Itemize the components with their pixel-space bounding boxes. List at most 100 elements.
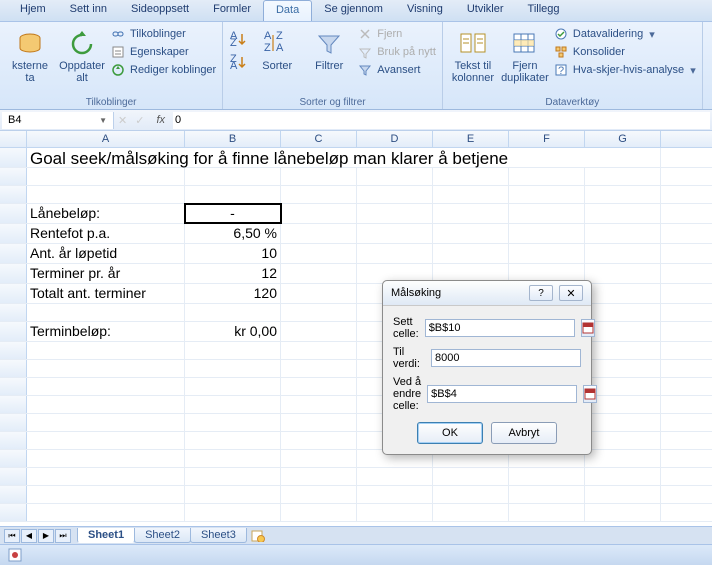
cell-a7[interactable]: Terminer pr. år (27, 264, 185, 283)
cell-b5[interactable]: 6,50 % (185, 224, 281, 243)
ref-picker-button[interactable] (581, 319, 595, 337)
cell-b4[interactable]: - (185, 204, 281, 223)
refresh-all-button[interactable]: Oppdater alt (58, 24, 106, 84)
tab-visning[interactable]: Visning (395, 0, 455, 21)
row-header[interactable] (0, 186, 27, 203)
sheet-tab-2[interactable]: Sheet2 (134, 528, 191, 543)
help-button[interactable]: ? (529, 285, 553, 301)
select-all-corner[interactable] (0, 131, 27, 147)
cell-a4[interactable]: Lånebeløp: (27, 204, 185, 223)
col-header-e[interactable]: E (433, 131, 509, 147)
link-icon (110, 26, 126, 42)
cell-b10[interactable]: kr 0,00 (185, 322, 281, 341)
cell-b8[interactable]: 120 (185, 284, 281, 303)
tab-nav-next[interactable]: ▶ (38, 529, 54, 543)
reapply-button: Bruk på nytt (357, 44, 436, 60)
col-header-a[interactable]: A (27, 131, 185, 147)
new-sheet-button[interactable] (250, 529, 266, 543)
cell-a5[interactable]: Rentefot p.a. (27, 224, 185, 243)
col-header-d[interactable]: D (357, 131, 433, 147)
tab-nav-prev[interactable]: ◀ (21, 529, 37, 543)
enter-icon[interactable]: ✓ (131, 114, 148, 127)
tab-nav-last[interactable]: ⏭ (55, 529, 71, 543)
cancel-button[interactable]: Avbryt (491, 422, 557, 444)
row-header[interactable] (0, 432, 27, 449)
row-header[interactable] (0, 504, 27, 521)
col-header-f[interactable]: F (509, 131, 585, 147)
row-header[interactable] (0, 396, 27, 413)
row-header[interactable] (0, 450, 27, 467)
properties-button[interactable]: Egenskaper (110, 44, 216, 60)
row-header[interactable] (0, 360, 27, 377)
sheet-tabs-bar: ⏮ ◀ ▶ ⏭ Sheet1 Sheet2 Sheet3 (0, 526, 712, 544)
tab-data[interactable]: Data (263, 0, 312, 21)
tab-sideoppsett[interactable]: Sideoppsett (119, 0, 201, 21)
cell-a1[interactable]: Goal seek/målsøking for å finne lånebelø… (27, 148, 661, 167)
set-cell-input[interactable] (425, 319, 575, 337)
whatif-icon: ? (553, 62, 569, 78)
sheet-tab-1[interactable]: Sheet1 (77, 528, 135, 543)
what-if-button[interactable]: ?Hva-skjer-hvis-analyse▾ (553, 62, 696, 78)
row-header[interactable] (0, 148, 27, 167)
row-header[interactable] (0, 244, 27, 263)
svg-text:Z: Z (276, 30, 283, 42)
row-header[interactable] (0, 378, 27, 395)
macro-record-icon[interactable] (8, 548, 22, 562)
set-cell-label: Sett celle: (393, 316, 419, 340)
cell-a10[interactable]: Terminbeløp: (27, 322, 185, 341)
advanced-filter-button[interactable]: Avansert (357, 62, 436, 78)
row-header[interactable] (0, 322, 27, 341)
consolidate-icon (553, 44, 569, 60)
row-header[interactable] (0, 304, 27, 321)
formula-input[interactable]: 0 (173, 112, 710, 129)
tab-segjennon[interactable]: Se gjennom (312, 0, 395, 21)
cell-a6[interactable]: Ant. år løpetid (27, 244, 185, 263)
row-header[interactable] (0, 264, 27, 283)
tab-hjem[interactable]: Hjem (8, 0, 58, 21)
sheet-tab-3[interactable]: Sheet3 (190, 528, 247, 543)
edit-links-icon (110, 62, 126, 78)
external-data-button[interactable]: ksterne ta (6, 24, 54, 84)
row-header[interactable] (0, 486, 27, 503)
close-icon: ✕ (566, 287, 575, 300)
name-box[interactable]: B4▼ (2, 112, 114, 129)
edit-links-button[interactable]: Rediger koblinger (110, 62, 216, 78)
ok-button[interactable]: OK (417, 422, 483, 444)
goal-seek-dialog: Målsøking ? ✕ Sett celle: Til verdi: Ved… (382, 280, 592, 455)
tab-tillegg[interactable]: Tillegg (516, 0, 572, 21)
tab-utvikler[interactable]: Utvikler (455, 0, 516, 21)
row-header[interactable] (0, 204, 27, 223)
advanced-icon (357, 62, 373, 78)
to-value-input[interactable] (431, 349, 581, 367)
funnel-icon (313, 28, 345, 60)
sort-asc-button[interactable]: AZ (229, 30, 249, 50)
row-header[interactable] (0, 414, 27, 431)
row-header[interactable] (0, 168, 27, 185)
sort-desc-button[interactable]: ZA (229, 53, 249, 73)
by-changing-input[interactable] (427, 385, 577, 403)
row-header[interactable] (0, 224, 27, 243)
col-header-c[interactable]: C (281, 131, 357, 147)
text-to-columns-button[interactable]: Tekst til kolonner (449, 24, 497, 84)
remove-duplicates-button[interactable]: Fjern duplikater (501, 24, 549, 84)
cancel-icon[interactable]: ✕ (114, 114, 131, 127)
ref-picker-button[interactable] (583, 385, 597, 403)
cell-a8[interactable]: Totalt ant. terminer (27, 284, 185, 303)
tab-settinn[interactable]: Sett inn (58, 0, 119, 21)
col-header-g[interactable]: G (585, 131, 661, 147)
tab-nav-first[interactable]: ⏮ (4, 529, 20, 543)
close-button[interactable]: ✕ (559, 285, 583, 301)
consolidate-button[interactable]: Konsolider (553, 44, 696, 60)
sort-button[interactable]: AZZA Sorter (253, 24, 301, 72)
row-header[interactable] (0, 468, 27, 485)
cell-b6[interactable]: 10 (185, 244, 281, 263)
cell-b7[interactable]: 12 (185, 264, 281, 283)
data-validation-button[interactable]: Datavalidering▾ (553, 26, 696, 42)
fx-icon[interactable]: fx (148, 114, 173, 126)
row-header[interactable] (0, 284, 27, 303)
row-header[interactable] (0, 342, 27, 359)
col-header-b[interactable]: B (185, 131, 281, 147)
tab-formler[interactable]: Formler (201, 0, 263, 21)
filter-button[interactable]: Filtrer (305, 24, 353, 72)
connections-button[interactable]: Tilkoblinger (110, 26, 216, 42)
